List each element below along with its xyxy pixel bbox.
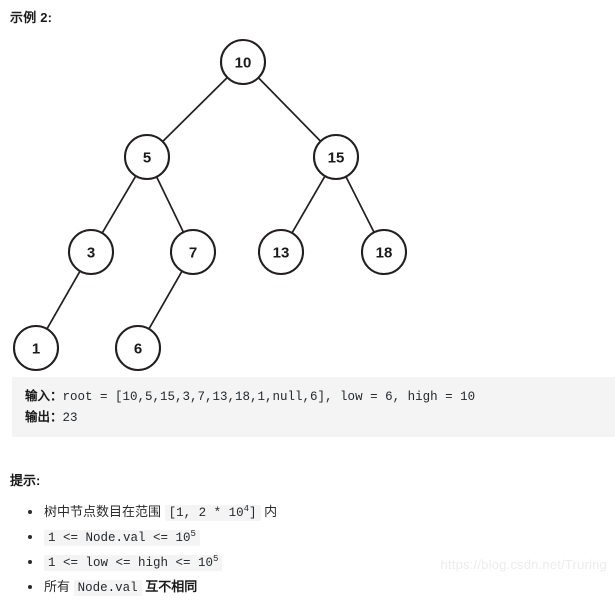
tree-node-label: 10 [235,55,252,72]
watermark-text: https://blog.csdn.net/Truring [440,557,607,572]
hint-inline-code: Node.val [73,580,142,596]
tree-node-label: 3 [87,245,95,262]
tree-node: 18 [360,228,408,276]
example-heading: 示例 2: [10,10,53,25]
io-output-label: 输出： [25,410,63,424]
bullet-dot-icon [28,560,32,564]
example-io-block: 输入：root = [10,5,15,3,7,13,18,1,null,6], … [12,377,615,437]
hint-prefix-text: 树中节点数目在范围 [44,504,165,519]
tree-node: 7 [169,228,217,276]
tree-node: 6 [114,324,162,372]
hint-exponent: 4 [243,503,250,514]
tree-nodes: 10 5 15 3 7 13 18 1 6 [12,38,408,372]
binary-tree-diagram: 10 5 15 3 7 13 18 1 6 [0,28,615,376]
hints-heading: 提示: [10,473,41,488]
hint-prefix-text: 所有 [44,579,74,594]
bullet-dot-icon [28,510,32,514]
hints-list: 树中节点数目在范围 [1, 2 * 104] 内 1 <= Node.val <=… [10,500,530,600]
tree-node: 1 [12,324,60,372]
hint-item: 树中节点数目在范围 [1, 2 * 104] 内 [10,500,530,525]
bullet-dot-icon [28,585,32,589]
tree-edge [100,174,138,235]
tree-edge [344,174,376,235]
tree-node-label: 5 [143,150,151,167]
hint-inline-code: 1 <= Node.val <= 105 [44,528,200,546]
tree-edge [256,76,323,143]
tree-node-label: 15 [328,150,345,167]
io-output-value: 23 [62,411,78,425]
tree-node-label: 1 [32,341,40,358]
hint-inline-code: [1, 2 * 104] [164,503,261,521]
hint-item: 1 <= Node.val <= 105 [10,525,530,550]
tree-node: 3 [67,228,115,276]
hint-inline-code: 1 <= low <= high <= 105 [44,553,223,571]
io-input-line: 输入：root = [10,5,15,3,7,13,18,1,null,6], … [25,386,615,407]
io-input-value: root = [10,5,15,3,7,13,18,1,null,6], low… [62,390,476,404]
bullet-dot-icon [28,535,32,539]
io-input-label: 输入： [25,389,63,403]
tree-node: 5 [123,133,171,181]
tree-node-label: 7 [189,245,197,262]
tree-node-label: 18 [376,245,393,262]
tree-edge [147,269,184,331]
tree-edge [155,175,185,234]
tree-node: 13 [257,228,305,276]
tree-edge [45,269,82,331]
tree-node: 15 [312,133,360,181]
tree-node-label: 6 [134,341,142,358]
tree-svg: 10 5 15 3 7 13 18 1 6 [12,38,408,372]
hint-suffix-text: 内 [260,504,278,519]
hint-suffix-text: 互不相同 [141,579,198,594]
tree-edge [161,75,229,144]
tree-edges [45,75,376,331]
tree-node: 10 [219,38,267,86]
io-output-line: 输出：23 [25,407,615,428]
hint-exponent: 5 [190,528,196,539]
tree-edge [290,174,327,235]
hint-exponent: 5 [213,553,219,564]
tree-node-label: 13 [273,245,290,262]
